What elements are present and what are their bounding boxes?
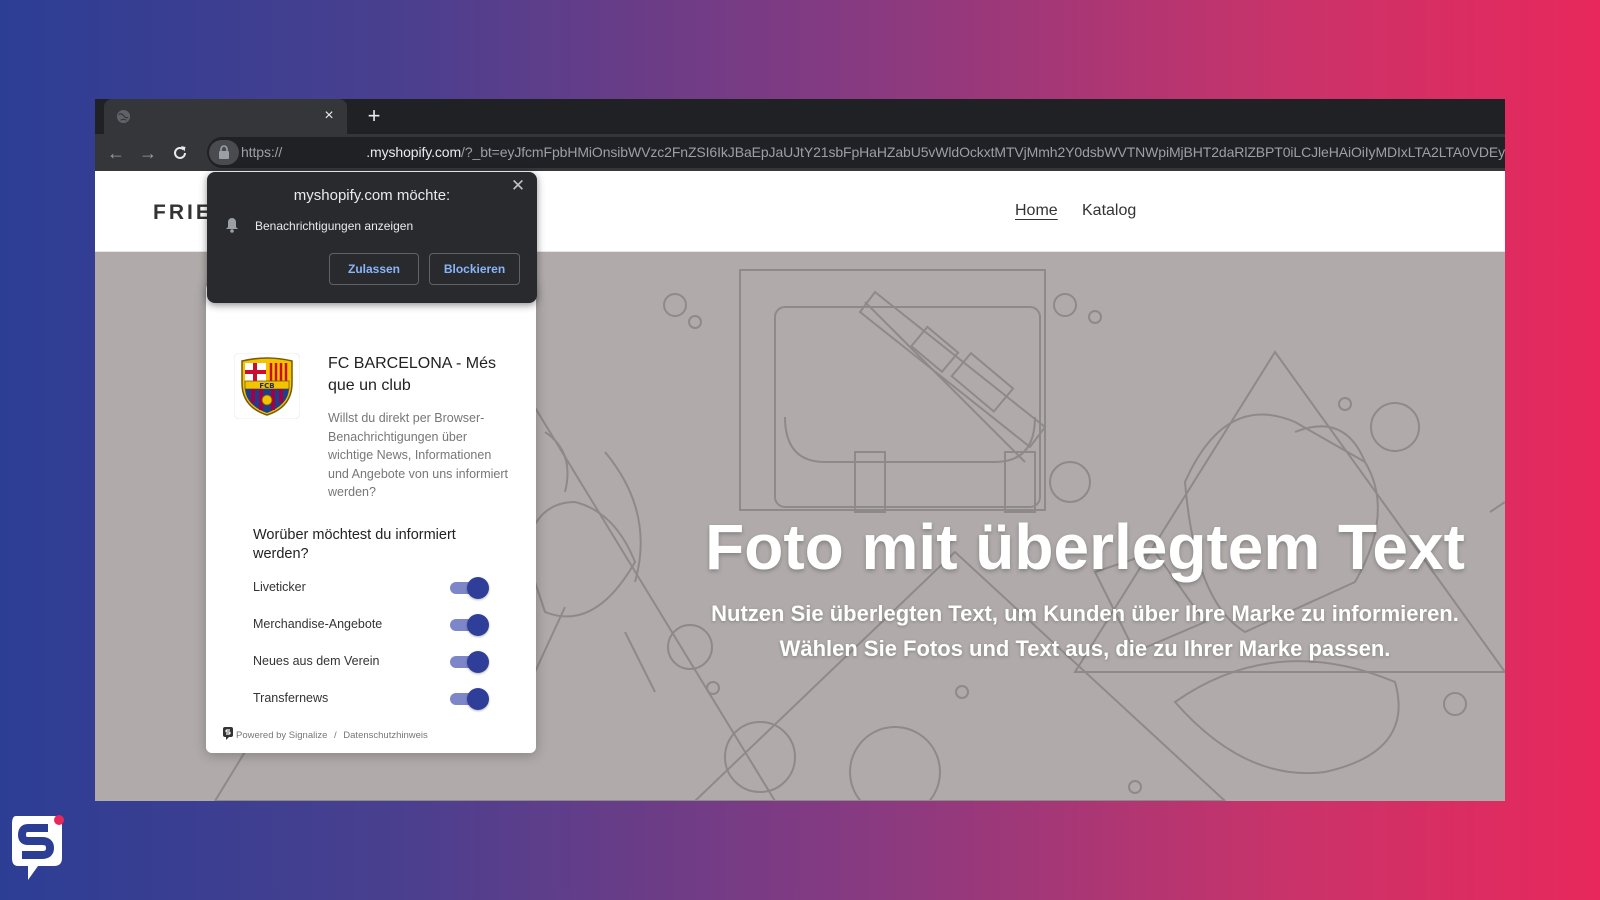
toggle-knob <box>467 651 489 673</box>
topics-question: Worüber möchtest du informiert werden? <box>253 527 456 562</box>
url-prefix: https:// <box>241 144 283 160</box>
fc-barcelona-crest-logo: FCB <box>234 353 300 419</box>
topic-row-verein: Neues aus dem Verein <box>253 649 513 673</box>
powered-by-link[interactable]: Powered by Signalize <box>236 730 327 741</box>
privacy-link[interactable]: Datenschutzhinweis <box>343 730 428 741</box>
url-domain: .myshopify.com <box>366 144 462 160</box>
close-icon[interactable]: ✕ <box>508 176 528 196</box>
hero-subtitle: Nutzen Sie überlegten Text, um Kunden üb… <box>665 596 1505 666</box>
crest-text: FCB <box>259 382 274 390</box>
topic-label: Neues aus dem Verein <box>253 654 380 668</box>
notification-permission-prompt: myshopify.com möchte: ✕ Benachrichtigung… <box>207 172 537 303</box>
url-query: /?_bt=eyJfcmFpbHMiOnsibWVzc2FnZSI6IkJBaE… <box>461 144 1505 160</box>
signalize-optin-dialog: FCB FC BARCELONA - Més que un club Wills… <box>206 283 536 753</box>
nav-catalog-link[interactable]: Katalog <box>1082 202 1136 220</box>
forward-arrow-icon[interactable]: → <box>137 142 159 164</box>
footer-separator: / <box>334 730 337 741</box>
topic-label: Liveticker <box>253 580 306 594</box>
block-button[interactable]: Blockieren <box>429 253 520 285</box>
signalize-brand-logo <box>12 815 64 880</box>
url-text: https:// .myshopify.com/?_bt=eyJfcmFpbHMi… <box>241 144 1505 160</box>
topic-toggle[interactable] <box>450 577 490 599</box>
hero-subtitle-line-2: Wählen Sie Fotos und Text aus, die zu Ih… <box>779 636 1391 661</box>
browser-tab[interactable]: × <box>104 99 347 134</box>
toggle-knob <box>467 577 489 599</box>
allow-button[interactable]: Zulassen <box>329 253 419 285</box>
dialog-footer: Powered by Signalize / Datenschutzhinwei… <box>223 727 428 741</box>
hero-title: Foto mit überlegtem Text <box>705 511 1465 583</box>
topic-row-transfernews: Transfernews <box>253 686 513 710</box>
topic-label: Transfernews <box>253 691 329 705</box>
bell-icon <box>226 218 238 233</box>
new-tab-button[interactable]: + <box>361 103 387 129</box>
hero-subtitle-line-1: Nutzen Sie überlegten Text, um Kunden üb… <box>711 601 1459 626</box>
topic-toggle[interactable] <box>450 614 490 636</box>
address-bar[interactable]: https:// .myshopify.com/?_bt=eyJfcmFpbHMi… <box>207 137 1505 168</box>
globe-icon <box>116 109 131 124</box>
topic-row-merchandise: Merchandise-Angebote <box>253 612 513 636</box>
dialog-title: FC BARCELONA - Més que un club <box>328 355 497 394</box>
nav-home-link[interactable]: Home <box>1015 202 1058 220</box>
signalize-logo-icon <box>223 727 233 740</box>
toggle-knob <box>467 614 489 636</box>
permission-title: myshopify.com möchte: <box>293 187 451 204</box>
dialog-description: Willst du direkt per Browser-Benachricht… <box>328 411 508 499</box>
reload-icon[interactable] <box>169 142 191 164</box>
tab-bar: × + <box>95 99 1505 134</box>
site-brand[interactable]: FRIE <box>153 201 213 225</box>
tab-close-icon[interactable]: × <box>319 106 339 126</box>
back-arrow-icon[interactable]: ← <box>105 142 127 164</box>
topic-toggle[interactable] <box>450 651 490 673</box>
browser-toolbar: ← → https:// .myshopify.com/?_bt=eyJfcmFp… <box>95 134 1505 171</box>
lock-icon[interactable] <box>209 140 239 165</box>
topic-toggle[interactable] <box>450 688 490 710</box>
permission-item: Benachrichtigungen anzeigen <box>255 219 414 233</box>
topic-row-liveticker: Liveticker <box>253 575 513 599</box>
topic-label: Merchandise-Angebote <box>253 617 383 631</box>
toggle-knob <box>467 688 489 710</box>
